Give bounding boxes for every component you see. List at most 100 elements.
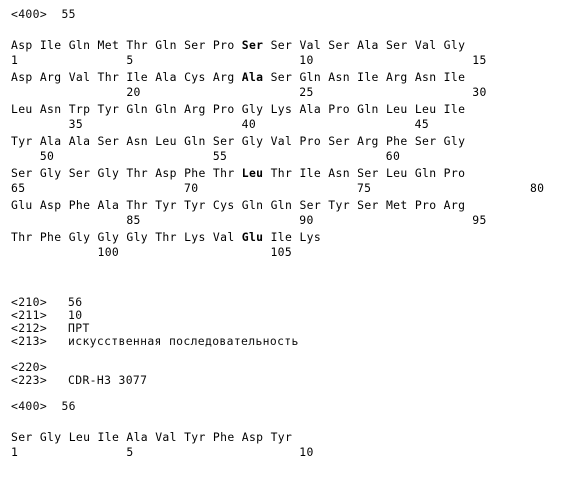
- residue-number-line: 20 25 30: [11, 85, 487, 99]
- residue-number-line: 1 5 10: [11, 445, 314, 459]
- residue: Ser: [97, 134, 120, 148]
- residue: Pro: [443, 166, 466, 180]
- residue: Glu: [241, 230, 264, 244]
- residue: Ile: [443, 102, 466, 116]
- residue: Cys: [212, 198, 235, 212]
- seq-56-tag-213: <213> искусственная последовательность: [11, 335, 299, 348]
- residue: Ala: [357, 38, 379, 52]
- residue: Asn: [39, 102, 62, 116]
- residue: Ser: [212, 134, 235, 148]
- residue: Ile: [97, 430, 120, 444]
- residue: Ser: [68, 166, 91, 180]
- residue-line: Thr Phe Gly Gly Gly Thr Lys Val Glu Ile …: [11, 230, 544, 245]
- residue: Thr: [212, 166, 235, 180]
- residue: Thr: [270, 166, 293, 180]
- residue: Ser: [299, 198, 322, 212]
- residue: Ala: [39, 134, 62, 148]
- residue-line: Ser Gly Ser Gly Thr Asp Phe Thr Leu Thr …: [11, 166, 544, 181]
- residue: Arg: [385, 70, 408, 84]
- residue: Gln: [357, 102, 379, 116]
- residue: Gly: [126, 230, 148, 244]
- residue: Met: [97, 38, 120, 52]
- residue-number-line: 50 55 60: [11, 149, 401, 163]
- residue: Val: [299, 38, 322, 52]
- residue: Ser: [328, 38, 350, 52]
- seq-56-tag-213-value: искусственная последовательность: [68, 334, 299, 348]
- residue: Tyr: [97, 102, 120, 116]
- residue: Pro: [212, 102, 235, 116]
- residue: Leu: [414, 102, 437, 116]
- residue: Thr: [155, 230, 177, 244]
- residue: Gln: [155, 102, 177, 116]
- residue-number-line: 100 105: [11, 245, 293, 259]
- residue: Trp: [68, 102, 91, 116]
- residue: Ala: [299, 102, 322, 116]
- residue: Ile: [357, 70, 379, 84]
- residue: Ser: [270, 38, 293, 52]
- seq-56-400-header: <400> 56: [11, 399, 76, 413]
- residue: Ser: [11, 166, 33, 180]
- residue-line: Leu Asn Trp Tyr Gln Gln Arg Pro Gly Lys …: [11, 102, 544, 117]
- residue: Tyr: [155, 198, 177, 212]
- residue: Ala: [97, 198, 120, 212]
- residue: Gly: [97, 166, 120, 180]
- residue: Asn: [328, 166, 350, 180]
- residue: Phe: [385, 134, 408, 148]
- residue-line: Ser Gly Leu Ile Ala Val Tyr Phe Asp Tyr: [11, 430, 314, 445]
- residue: Val: [155, 430, 177, 444]
- residue: Thr: [126, 166, 148, 180]
- residue: Gln: [299, 70, 322, 84]
- residue: Pro: [328, 102, 350, 116]
- residue: Thr: [126, 198, 148, 212]
- residue: Gln: [155, 38, 177, 52]
- residue: Phe: [212, 430, 235, 444]
- residue: Tyr: [184, 430, 206, 444]
- residue: Leu: [68, 430, 91, 444]
- seq-56-tag-223-value: CDR-H3 3077: [68, 373, 148, 387]
- residue: Ala: [241, 70, 264, 84]
- residue: Val: [68, 70, 91, 84]
- residue: Leu: [385, 102, 408, 116]
- residue: Ser: [357, 166, 379, 180]
- residue: Asn: [328, 70, 350, 84]
- residue: Gly: [443, 134, 466, 148]
- residue-number-line: 65 70 75 80: [11, 181, 545, 195]
- residue: Val: [212, 230, 235, 244]
- residue: Ser: [241, 38, 264, 52]
- residue: Lys: [299, 230, 322, 244]
- sequence-listing-page: <400> 55 Asp Ile Gln Met Thr Gln Ser Pro…: [0, 0, 567, 500]
- residue: Asp: [11, 38, 33, 52]
- seq-55-400-header: <400> 55: [11, 7, 76, 21]
- sequence-row: Leu Asn Trp Tyr Gln Gln Arg Pro Gly Lys …: [11, 102, 544, 134]
- residue: Gly: [97, 230, 120, 244]
- residue: Lys: [270, 102, 293, 116]
- sequence-row: Ser Gly Ser Gly Thr Asp Phe Thr Leu Thr …: [11, 166, 544, 198]
- residue: Ser: [357, 198, 379, 212]
- residue: Gly: [68, 230, 91, 244]
- residue: Phe: [39, 230, 62, 244]
- residue: Ala: [68, 134, 91, 148]
- residue: Ser: [328, 134, 350, 148]
- residue: Thr: [11, 230, 33, 244]
- residue: Ser: [385, 38, 408, 52]
- residue: Asp: [11, 70, 33, 84]
- residue: Leu: [155, 134, 177, 148]
- seq-56-tag-212-value: ПРТ: [68, 321, 90, 335]
- residue: Val: [414, 38, 437, 52]
- seq-56-tag-210-value: 56: [68, 295, 83, 309]
- residue-number-line: 1 5 10 15: [11, 53, 487, 67]
- sequence-row: Asp Ile Gln Met Thr Gln Ser Pro Ser Ser …: [11, 38, 544, 70]
- residue: Ser: [414, 134, 437, 148]
- residue: Phe: [68, 198, 91, 212]
- residue: Gln: [414, 166, 437, 180]
- residue: Gly: [39, 430, 62, 444]
- residue: Asp: [241, 430, 264, 444]
- sequence-55-block: Asp Ile Gln Met Thr Gln Ser Pro Ser Ser …: [11, 38, 544, 262]
- residue: Asn: [126, 134, 148, 148]
- seq-56-tag-212-name: <212>: [11, 321, 48, 335]
- residue: Lys: [184, 230, 206, 244]
- residue: Pro: [414, 198, 437, 212]
- residue: Thr: [126, 38, 148, 52]
- residue: Ala: [126, 430, 148, 444]
- residue: Arg: [357, 134, 379, 148]
